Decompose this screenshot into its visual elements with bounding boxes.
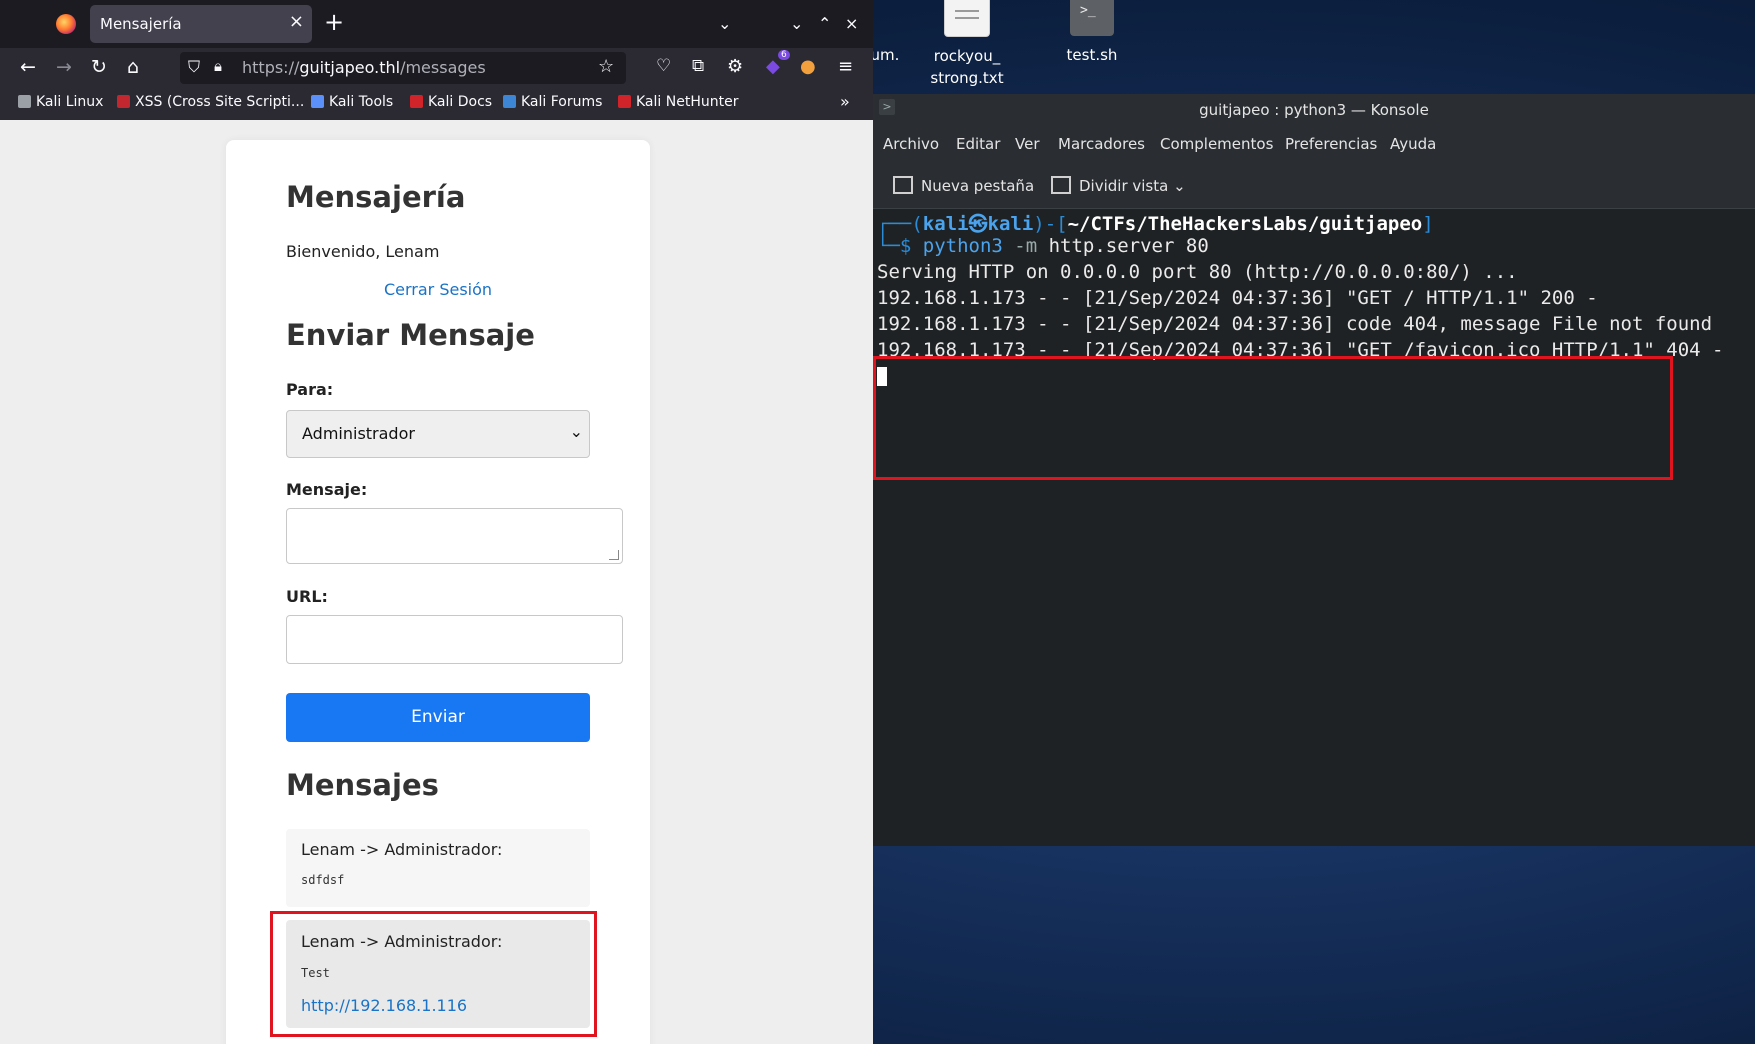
- messages-title: Mensajes: [286, 768, 439, 802]
- logout-link[interactable]: Cerrar Sesión: [226, 280, 650, 299]
- window-close-icon[interactable]: ×: [845, 14, 858, 33]
- tab-title: Mensajería: [100, 15, 182, 33]
- home-icon[interactable]: ⌂: [127, 56, 139, 78]
- terminal-script-icon: >_: [1070, 0, 1114, 36]
- recipient-selected-value: Administrador: [302, 424, 415, 443]
- konsole-window: > guitjapeo : python3 — Konsole Archivo …: [873, 94, 1755, 846]
- split-view-button[interactable]: Dividir vista ⌄: [1051, 176, 1186, 195]
- message-body: sdfdsf: [301, 873, 345, 887]
- highlight-box: [270, 911, 597, 1037]
- menu-archivo[interactable]: Archivo: [883, 135, 939, 153]
- more-bookmarks-icon[interactable]: »: [840, 92, 850, 111]
- lock-icon[interactable]: 🔒︎: [214, 57, 222, 75]
- bookmark-xss[interactable]: XSS (Cross Site Scripti...: [117, 94, 304, 110]
- url-input[interactable]: [286, 615, 623, 664]
- terminal-area[interactable]: ┌──(kali㉿kali)-[~/CTFs/TheHackersLabs/gu…: [873, 209, 1755, 846]
- send-button[interactable]: Enviar: [286, 693, 590, 742]
- tab-bar: Mensajería × + ⌄ ⌄ ⌃ ×: [0, 0, 873, 48]
- new-tab-icon: [893, 176, 913, 194]
- prompt-line-2: └─$ python3 -m http.server 80: [877, 235, 1209, 257]
- send-message-title: Enviar Mensaje: [286, 318, 535, 352]
- reload-icon[interactable]: ↻: [91, 56, 107, 78]
- bookmark-kali-forums[interactable]: Kali Forums: [503, 94, 602, 110]
- xss-favicon-icon: [117, 95, 130, 108]
- to-label: Para:: [286, 380, 334, 399]
- maximize-icon[interactable]: ⌃: [818, 14, 831, 33]
- firefox-window: Mensajería × + ⌄ ⌄ ⌃ × ← → ↻ ⌂ ⛉ 🔒︎ http…: [0, 0, 873, 1044]
- url-label: URL:: [286, 587, 328, 606]
- url-text: https://guitjapeo.thl/messages: [242, 58, 486, 77]
- url-bar[interactable]: ⛉ 🔒︎ https://guitjapeo.thl/messages ☆: [180, 52, 626, 84]
- chevron-down-icon: ⌄: [1173, 177, 1186, 195]
- menu-complementos[interactable]: Complementos: [1160, 135, 1273, 153]
- welcome-text: Bienvenido, Lenam: [286, 242, 440, 261]
- extension-purple-icon[interactable]: ◆: [766, 56, 780, 77]
- resize-grip-icon[interactable]: [609, 550, 619, 560]
- output-line: 192.168.1.173 - - [21/Sep/2024 04:37:36]…: [877, 287, 1598, 309]
- message-item: Lenam -> Administrador: sdfdsf: [286, 829, 590, 907]
- page-content: Mensajería Bienvenido, Lenam Cerrar Sesi…: [0, 120, 873, 1044]
- firefox-logo-icon[interactable]: [56, 14, 76, 34]
- konsole-titlebar: > guitjapeo : python3 — Konsole: [873, 94, 1755, 128]
- menu-ver[interactable]: Ver: [1015, 135, 1040, 153]
- chevron-down-icon: ⌄: [569, 422, 583, 441]
- tab-mensajeria[interactable]: Mensajería ×: [90, 5, 312, 43]
- menu-icon[interactable]: ≡: [838, 56, 853, 77]
- output-line: 192.168.1.173 - - [21/Sep/2024 04:37:36]…: [877, 313, 1713, 335]
- tab-close-icon[interactable]: ×: [289, 11, 304, 32]
- text-file-icon: [944, 0, 990, 37]
- recipient-select[interactable]: Administrador ⌄: [286, 410, 590, 458]
- bookmarks-toolbar: Kali Linux XSS (Cross Site Scripti... Ka…: [0, 88, 873, 120]
- menu-marcadores[interactable]: Marcadores: [1058, 135, 1145, 153]
- extensions-icon[interactable]: ⧉: [692, 56, 704, 76]
- konsole-title: guitjapeo : python3 — Konsole: [1199, 101, 1429, 119]
- kali-nethunter-icon: [618, 95, 631, 108]
- message-textarea[interactable]: [286, 508, 623, 564]
- new-tab-icon[interactable]: +: [324, 8, 344, 36]
- bookmark-kali-tools[interactable]: Kali Tools: [311, 94, 393, 110]
- split-view-icon: [1051, 176, 1071, 194]
- menu-preferencias[interactable]: Preferencias: [1285, 135, 1377, 153]
- highlight-box: [873, 356, 1673, 480]
- kali-docs-icon: [410, 95, 423, 108]
- menu-editar[interactable]: Editar: [956, 135, 1000, 153]
- kali-forums-icon: [503, 95, 516, 108]
- list-all-tabs-icon[interactable]: ⌄: [718, 14, 731, 33]
- kali-tools-icon: [311, 95, 324, 108]
- desktop-file-label: rockyou_ strong.txt: [930, 47, 1004, 87]
- desktop-file-rockyou[interactable]: rockyou_ strong.txt: [912, 0, 1022, 89]
- message-header: Lenam -> Administrador:: [301, 840, 503, 859]
- bookmark-star-icon[interactable]: ☆: [598, 56, 614, 77]
- desktop-file-label: um.: [870, 46, 900, 64]
- desktop-file-label: test.sh: [1066, 46, 1118, 64]
- page-title: Mensajería: [286, 180, 466, 214]
- message-label: Mensaje:: [286, 480, 368, 499]
- bookmark-kali-linux[interactable]: Kali Linux: [18, 94, 103, 110]
- back-icon[interactable]: ←: [20, 56, 36, 78]
- extension-badge: 6: [778, 50, 790, 60]
- bookmark-kali-docs[interactable]: Kali Docs: [410, 94, 492, 110]
- new-tab-button[interactable]: Nueva pestaña: [893, 176, 1034, 195]
- desktop-file-test-sh[interactable]: >_ test.sh: [1037, 0, 1147, 66]
- prompt-line-1: ┌──(kali㉿kali)-[~/CTFs/TheHackersLabs/gu…: [877, 213, 1434, 235]
- extension-cookie-icon[interactable]: ●: [800, 56, 816, 77]
- menu-ayuda[interactable]: Ayuda: [1390, 135, 1436, 153]
- konsole-menubar: Archivo Editar Ver Marcadores Complement…: [873, 128, 1755, 162]
- konsole-toolbar: Nueva pestaña Dividir vista ⌄: [873, 162, 1755, 209]
- kali-dragon-icon: [18, 95, 31, 108]
- minimize-icon[interactable]: ⌄: [790, 14, 803, 33]
- navigation-toolbar: ← → ↻ ⌂ ⛉ 🔒︎ https://guitjapeo.thl/messa…: [0, 48, 873, 88]
- output-line: Serving HTTP on 0.0.0.0 port 80 (http://…: [877, 261, 1518, 283]
- messaging-card: Mensajería Bienvenido, Lenam Cerrar Sesi…: [226, 140, 650, 1044]
- pocket-icon[interactable]: ♡: [656, 56, 671, 76]
- forward-icon[interactable]: →: [56, 56, 72, 78]
- settings-icon[interactable]: ⚙: [727, 56, 743, 77]
- bookmark-kali-nethunter[interactable]: Kali NetHunter: [618, 94, 738, 110]
- shield-icon[interactable]: ⛉: [188, 57, 200, 77]
